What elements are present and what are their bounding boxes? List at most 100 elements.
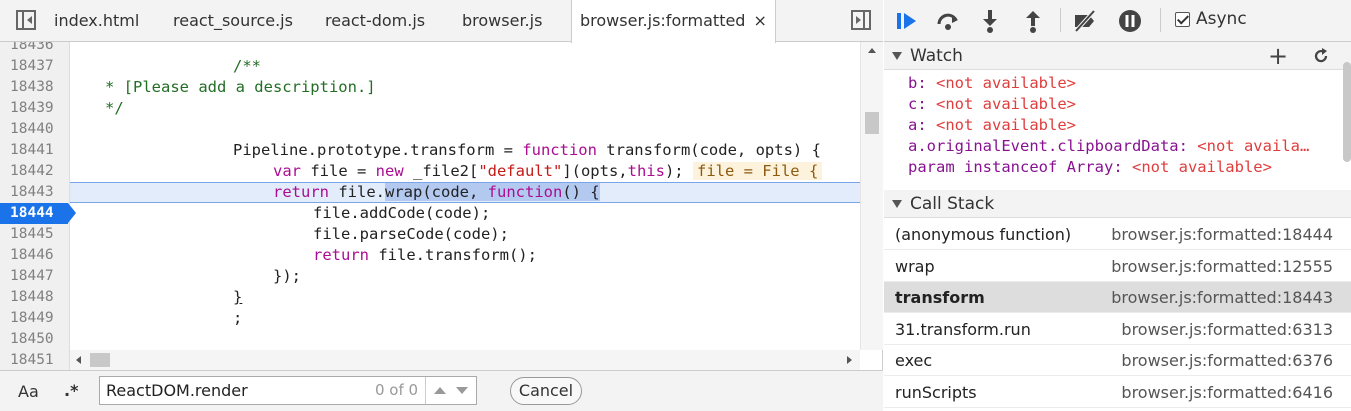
code-line-current: return file.wrap(code, function() { <box>273 183 600 201</box>
code-line: * [Please add a description.] <box>105 78 376 96</box>
code-editor[interactable]: 18436 18437 18438 18439 18440 18441 18442 18443… <box>0 42 860 350</box>
debugger-toolbar: Async <box>884 0 1351 42</box>
code-line: } <box>233 288 243 306</box>
frame-function-name: transform <box>895 288 985 307</box>
resume-icon[interactable] <box>894 8 920 34</box>
watch-value: <not available> <box>936 116 1076 134</box>
frame-location-link[interactable]: browser.js:formatted:18443 <box>1111 282 1333 313</box>
tab-react-dom[interactable]: react-dom.js <box>325 0 425 42</box>
watch-value: <not availa… <box>1197 137 1310 155</box>
frame-function-name: exec <box>895 351 933 370</box>
call-stack-frame[interactable]: transform browser.js:formatted:18443 <box>884 282 1351 313</box>
line-number[interactable]: 18436 <box>0 42 70 56</box>
scroll-left-icon[interactable] <box>76 356 81 364</box>
regex-button[interactable]: .* <box>64 381 78 400</box>
scrollbar-thumb[interactable] <box>865 112 879 134</box>
pause-on-exceptions-icon[interactable] <box>1117 8 1143 34</box>
tab-react-source[interactable]: react_source.js <box>173 0 293 42</box>
async-label: Async <box>1196 9 1247 29</box>
breakpoint-line-number[interactable]: 18444 <box>0 203 76 224</box>
line-number[interactable]: 18448 <box>0 287 70 308</box>
call-stack-frame[interactable]: wrap browser.js:formatted:12555 <box>884 251 1351 282</box>
sources-editor-pane: index.html react_source.js react-dom.js … <box>0 0 883 411</box>
watch-title: Watch <box>910 46 963 66</box>
watch-expression[interactable]: b: <not available> <box>908 73 1076 94</box>
code-line: /** <box>233 57 261 75</box>
line-number[interactable]: 18445 <box>0 224 70 245</box>
deactivate-breakpoints-icon[interactable] <box>1072 8 1098 34</box>
code-line: */ <box>105 99 124 117</box>
line-number[interactable]: 18437 <box>0 56 70 77</box>
frame-location-link[interactable]: browser.js:formatted:6313 <box>1121 314 1333 345</box>
line-number[interactable]: 18447 <box>0 266 70 287</box>
expand-triangle-icon <box>892 200 902 208</box>
code-line: return file.transform(); <box>313 246 537 264</box>
search-bar: Aa .* ReactDOM.render 0 of 0 Cancel <box>0 370 883 411</box>
code-line: }); <box>273 267 301 285</box>
code-line: var file = new _file2["default"](opts,th… <box>273 161 823 182</box>
async-checkbox[interactable] <box>1175 12 1190 27</box>
step-over-icon[interactable] <box>935 8 961 34</box>
previous-match-icon[interactable] <box>434 387 446 394</box>
editor-horizontal-scrollbar[interactable] <box>70 350 860 370</box>
tab-index-html[interactable]: index.html <box>54 0 139 42</box>
watch-key: a.originalEvent.clipboardData <box>908 137 1179 155</box>
watch-key: a <box>908 116 918 134</box>
watch-value: <not available> <box>936 95 1076 113</box>
code-line: Pipeline.prototype.transform = function … <box>233 141 821 159</box>
watch-key: b <box>908 74 918 92</box>
line-number: 18451 <box>0 350 70 370</box>
frame-location-link[interactable]: browser.js:formatted:6416 <box>1121 377 1333 408</box>
call-stack-frame[interactable]: (anonymous function) browser.js:formatted… <box>884 219 1351 250</box>
watch-expression[interactable]: c: <not available> <box>908 94 1076 115</box>
search-nav <box>425 377 477 404</box>
scroll-up-icon[interactable] <box>868 48 876 53</box>
toggle-debugger-icon[interactable] <box>851 10 871 30</box>
line-number[interactable]: 18441 <box>0 140 70 161</box>
line-gutter[interactable]: 18436 18437 18438 18439 18440 18441 18442 18443… <box>0 42 76 350</box>
refresh-icon[interactable] <box>1311 46 1331 66</box>
frame-function-name: wrap <box>895 256 935 276</box>
editor-vertical-scrollbar[interactable] <box>860 42 883 350</box>
toggle-navigator-icon[interactable] <box>16 10 36 30</box>
step-out-icon[interactable] <box>1020 8 1046 34</box>
code-line: file.addCode(code); <box>313 204 491 222</box>
sidebar-scrollbar-thumb[interactable] <box>1343 62 1351 162</box>
watch-expression[interactable]: a: <not available> <box>908 115 1076 136</box>
tab-browser-js-formatted[interactable]: browser.js:formatted × <box>571 0 776 43</box>
call-stack-section-header[interactable]: Call Stack <box>884 190 1351 218</box>
tab-browser-js[interactable]: browser.js <box>462 0 542 42</box>
scrollbar-thumb[interactable] <box>90 353 110 367</box>
line-number[interactable]: 18443 <box>0 182 70 203</box>
line-number[interactable]: 18439 <box>0 98 70 119</box>
frame-location-link[interactable]: browser.js:formatted:18444 <box>1111 219 1333 250</box>
debugger-sidebar: Async Watch + b: <not available> c: <not … <box>884 0 1351 411</box>
frame-location-link[interactable]: browser.js:formatted:12555 <box>1111 251 1333 282</box>
watch-key: param instanceof Array <box>908 158 1114 176</box>
line-number[interactable]: 18450 <box>0 329 70 350</box>
call-stack-frame[interactable]: exec browser.js:formatted:6376 <box>884 345 1351 376</box>
add-watch-icon[interactable]: + <box>1268 44 1288 68</box>
step-into-icon[interactable] <box>977 8 1003 34</box>
call-stack-frame[interactable]: runScripts browser.js:formatted:6416 <box>884 377 1351 408</box>
watch-expression[interactable]: a.originalEvent.clipboardData: <not avai… <box>908 136 1309 157</box>
call-stack-frame[interactable]: 31.transform.run browser.js:formatted:631… <box>884 314 1351 345</box>
line-number[interactable]: 18440 <box>0 119 70 140</box>
match-case-button[interactable]: Aa <box>18 382 39 401</box>
search-input[interactable]: ReactDOM.render <box>99 376 477 405</box>
watch-expression[interactable]: param instanceof Array: <not available> <box>908 157 1272 178</box>
frame-location-link[interactable]: browser.js:formatted:6376 <box>1121 345 1333 376</box>
line-number[interactable]: 18438 <box>0 77 70 98</box>
close-tab-icon[interactable]: × <box>753 0 766 42</box>
scroll-right-icon[interactable] <box>847 356 852 364</box>
line-number[interactable]: 18442 <box>0 161 70 182</box>
next-match-icon[interactable] <box>456 387 468 394</box>
cancel-search-button[interactable]: Cancel <box>510 377 582 405</box>
line-number[interactable]: 18449 <box>0 308 70 329</box>
line-number[interactable]: 18446 <box>0 245 70 266</box>
frame-function-name: (anonymous function) <box>895 225 1072 244</box>
frame-function-name: runScripts <box>895 382 977 402</box>
watch-section-header[interactable]: Watch + <box>884 42 1351 70</box>
inline-value-preview[interactable]: file = File { <box>692 162 823 180</box>
watch-value: <not available> <box>1131 158 1272 176</box>
